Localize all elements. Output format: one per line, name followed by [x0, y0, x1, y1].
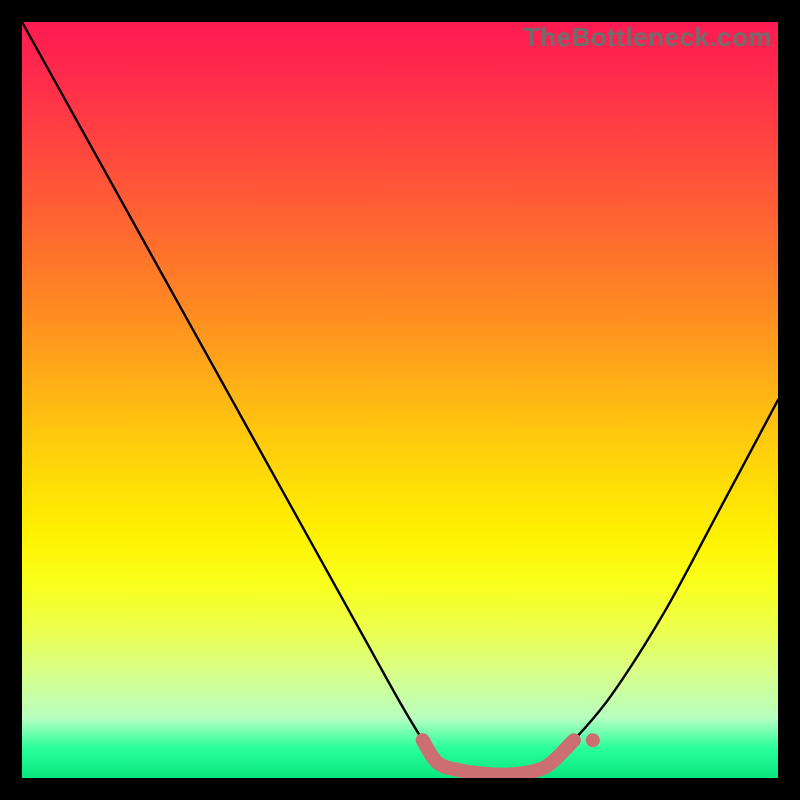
- curve-layer: [22, 22, 778, 778]
- valley-end-dot: [586, 733, 600, 747]
- chart-container: TheBottleneck.com: [0, 0, 800, 800]
- plot-area: TheBottleneck.com: [22, 22, 778, 778]
- main-curve: [22, 22, 778, 775]
- valley-marker: [423, 740, 574, 774]
